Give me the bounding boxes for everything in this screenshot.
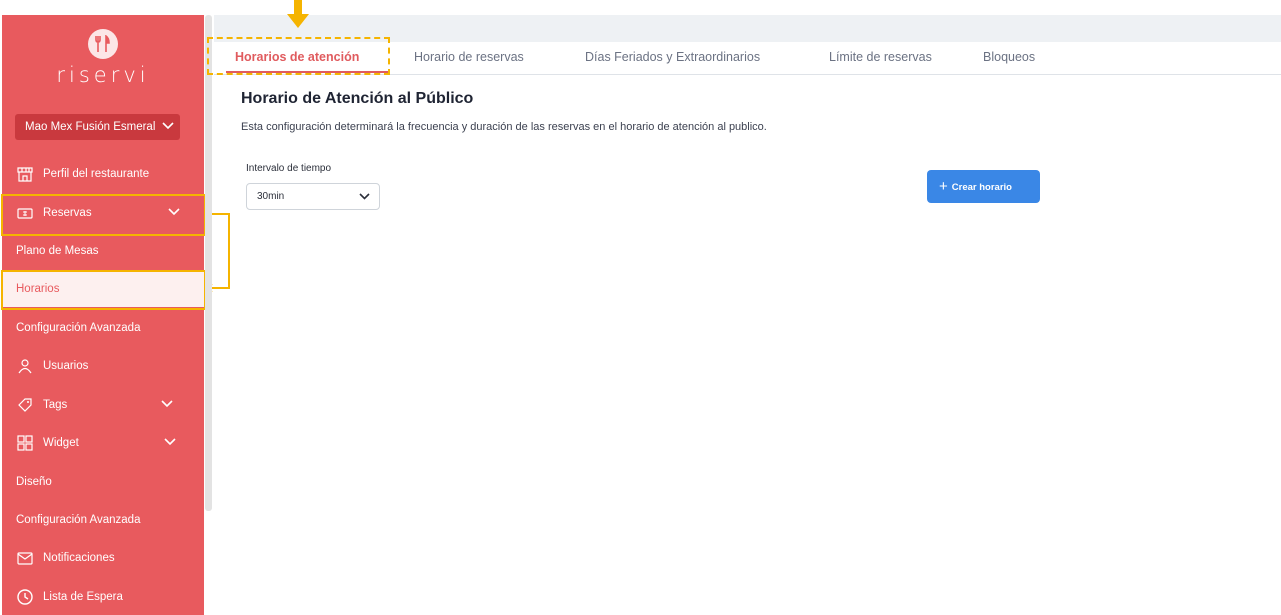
sidebar-item-label: Plano de Mesas [16,245,99,257]
plus-icon: + [939,178,948,195]
sidebar-item-label: Configuración Avanzada [16,322,141,334]
restaurant-name: Mao Mex Fusión Esmeral [25,121,156,133]
sidebar-item-widget[interactable]: Widget [2,425,204,461]
sidebar-item-label: Perfil del restaurante [43,168,150,180]
interval-label: Intervalo de tiempo [246,163,332,174]
chevron-down-icon [164,438,176,446]
fork-knife-icon [88,29,118,59]
brand-logo[interactable]: riservi [2,29,204,87]
highlight-horarios [1,270,206,310]
interval-select[interactable]: 30min [246,183,380,210]
clock-icon [17,589,33,605]
sidebar-item-label: Diseño [16,476,52,488]
create-schedule-button[interactable]: + Crear horario [927,170,1040,203]
sidebar-item-perfil[interactable]: Perfil del restaurante [2,156,204,192]
sidebar-item-label: Widget [43,437,79,449]
sidebar-item-label: Usuarios [43,360,89,372]
arrow-down-icon [287,0,309,28]
sidebar-item-plano-de-mesas[interactable]: Plano de Mesas [2,233,204,269]
tag-icon [18,398,32,412]
mail-icon [17,552,33,565]
chevron-down-icon [359,193,370,200]
tab-horario-de-reservas[interactable]: Horario de reservas [414,42,524,74]
highlight-active-tab [207,37,390,75]
create-schedule-label: Crear horario [951,182,1012,193]
tab-limite-de-reservas[interactable]: Límite de reservas [829,42,932,74]
page-title: Horario de Atención al Público [241,90,474,107]
sidebar-item-notificaciones[interactable]: Notificaciones [2,540,204,576]
tab-dias-feriados[interactable]: Días Feriados y Extraordinarios [585,42,760,74]
sidebar-item-label: Notificaciones [43,552,115,564]
chevron-down-icon [162,122,174,130]
sidebar-item-lista-de-espera[interactable]: Lista de Espera [2,579,204,615]
grid-icon [17,435,33,451]
restaurant-selector[interactable]: Mao Mex Fusión Esmeral [15,114,180,140]
user-icon [18,359,32,374]
sidebar-item-label: Configuración Avanzada [16,514,141,526]
sidebar-item-configuracion-avanzada[interactable]: Configuración Avanzada [2,310,204,346]
highlight-reservas [1,194,206,236]
page-description: Esta configuración determinará la frecue… [241,121,767,133]
sidebar-scrollbar[interactable] [205,15,212,511]
sidebar-item-label: Lista de Espera [43,591,123,603]
storefront-icon [17,167,33,182]
sidebar: riservi Mao Mex Fusión Esmeral Perfil de… [2,15,204,615]
brand-name: riservi [56,63,150,87]
sidebar-item-configuracion-avanzada-2[interactable]: Configuración Avanzada [2,502,204,538]
chevron-down-icon [161,400,173,408]
sidebar-item-tags[interactable]: Tags [2,387,204,423]
tab-bloqueos[interactable]: Bloqueos [983,42,1035,74]
sidebar-item-diseno[interactable]: Diseño [2,464,204,500]
sidebar-item-label: Tags [43,399,68,411]
interval-value: 30min [257,191,285,202]
sidebar-item-usuarios[interactable]: Usuarios [2,348,204,384]
